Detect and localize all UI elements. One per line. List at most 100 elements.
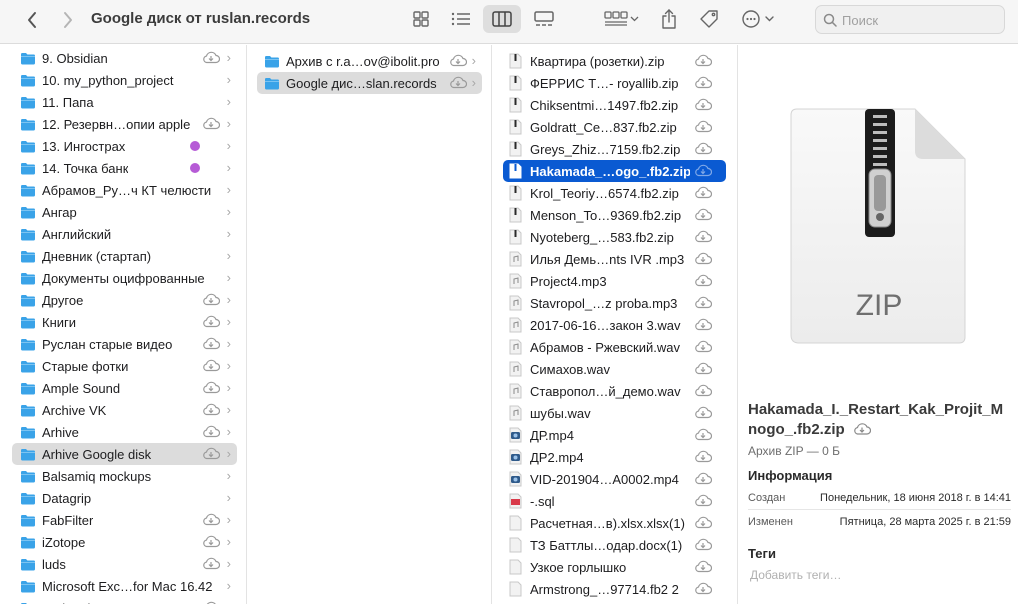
folder-item[interactable]: Arhive Google disk › — [12, 443, 237, 465]
file-item[interactable]: Расчетная…в).xlsx.xlsx(1) — [503, 512, 726, 534]
file-item[interactable]: шубы.wav — [503, 402, 726, 424]
cloud-download-icon[interactable] — [202, 534, 221, 548]
folder-item[interactable]: 14. Точка банк › — [12, 157, 237, 179]
cloud-download-icon[interactable] — [694, 141, 713, 155]
cloud-download-icon[interactable] — [694, 581, 713, 595]
file-item[interactable]: Greys_Zhiz…7159.fb2.zip — [503, 138, 726, 160]
cloud-download-icon[interactable] — [694, 75, 713, 89]
cloud-download-icon[interactable] — [694, 339, 713, 353]
cloud-download-icon[interactable] — [694, 185, 713, 199]
file-item[interactable]: Project4.mp3 — [503, 270, 726, 292]
cloud-download-icon[interactable] — [202, 556, 221, 570]
file-item[interactable]: Goldratt_Ce…837.fb2.zip — [503, 116, 726, 138]
file-item[interactable]: Chiksentmi…1497.fb2.zip — [503, 94, 726, 116]
share-button[interactable] — [656, 5, 682, 33]
cloud-download-icon[interactable] — [694, 229, 713, 243]
folder-item[interactable]: Ample Sound › — [12, 377, 237, 399]
cloud-download-icon[interactable] — [694, 317, 713, 331]
file-item[interactable]: Симахов.wav — [503, 358, 726, 380]
cloud-download-icon[interactable] — [694, 559, 713, 573]
file-item[interactable]: Ставропол…й_демо.wav — [503, 380, 726, 402]
group-button[interactable] — [601, 6, 643, 32]
file-item[interactable]: ДР2.mp4 — [503, 446, 726, 468]
cloud-download-icon[interactable] — [694, 449, 713, 463]
cloud-download-icon[interactable] — [202, 424, 221, 438]
list-view-button[interactable] — [446, 6, 476, 32]
cloud-download-icon[interactable] — [694, 295, 713, 309]
folder-item[interactable]: Archive VK › — [12, 399, 237, 421]
cloud-download-icon[interactable] — [694, 53, 713, 67]
folder-item[interactable]: Balsamiq mockups › — [12, 465, 237, 487]
folder-item[interactable]: 9. Obsidian › — [12, 47, 237, 69]
cloud-download-icon[interactable] — [694, 471, 713, 485]
folder-item[interactable]: FabFilter › — [12, 509, 237, 531]
cloud-download-icon[interactable] — [202, 116, 221, 130]
folder-item[interactable]: Microsoft Exc…for Mac 16.42 › — [12, 575, 237, 597]
folder-item[interactable]: Google дис…slan.records › — [257, 72, 482, 94]
cloud-download-icon[interactable] — [694, 383, 713, 397]
cloud-download-icon[interactable] — [694, 97, 713, 111]
tags-input[interactable]: Добавить теги… — [750, 568, 841, 582]
cloud-download-icon[interactable] — [202, 358, 221, 372]
cloud-download-icon[interactable] — [694, 515, 713, 529]
column-view-button[interactable] — [483, 5, 521, 33]
more-actions-button[interactable] — [738, 5, 778, 33]
cloud-download-icon[interactable] — [694, 251, 713, 265]
tag-button[interactable] — [695, 5, 723, 33]
folder-item[interactable]: Старые фотки › — [12, 355, 237, 377]
cloud-download-icon[interactable] — [694, 163, 713, 177]
file-item[interactable]: VID-201904…A0002.mp4 — [503, 468, 726, 490]
back-button[interactable] — [20, 8, 44, 32]
folder-item[interactable]: Дневник (стартап) › — [12, 245, 237, 267]
cloud-download-icon[interactable] — [853, 422, 871, 435]
folder-item[interactable]: iZotope › — [12, 531, 237, 553]
cloud-download-icon[interactable] — [202, 402, 221, 416]
cloud-download-icon[interactable] — [449, 75, 468, 89]
cloud-download-icon[interactable] — [694, 493, 713, 507]
folder-item[interactable]: luds › — [12, 553, 237, 575]
file-item[interactable]: Krol_Teoriy…6574.fb2.zip — [503, 182, 726, 204]
cloud-download-icon[interactable] — [202, 50, 221, 64]
file-item[interactable]: Квартира (розетки).zip — [503, 50, 726, 72]
cloud-download-icon[interactable] — [694, 405, 713, 419]
file-item[interactable]: Hakamada_…ogo_.fb2.zip — [503, 160, 726, 182]
folder-item[interactable]: Руслан старые видео › — [12, 333, 237, 355]
cloud-download-icon[interactable] — [202, 446, 221, 460]
icon-view-button[interactable] — [406, 6, 436, 32]
cloud-download-icon[interactable] — [202, 512, 221, 526]
file-item[interactable]: Узкое горлышко — [503, 556, 726, 578]
file-item[interactable]: ТЗ Баттлы…одар.docx(1) — [503, 534, 726, 556]
file-item[interactable]: Илья Демь…nts IVR .mp3 — [503, 248, 726, 270]
file-item[interactable]: -.sql — [503, 490, 726, 512]
folder-item[interactable]: Архив с r.a…ov@ibolit.pro › — [257, 50, 482, 72]
folder-item[interactable]: Ангар › — [12, 201, 237, 223]
cloud-download-icon[interactable] — [449, 53, 468, 67]
cloud-download-icon[interactable] — [202, 380, 221, 394]
cloud-download-icon[interactable] — [202, 600, 220, 604]
file-item[interactable]: Nyoteberg_…583.fb2.zip — [503, 226, 726, 248]
folder-item[interactable]: Datagrip › — [12, 487, 237, 509]
file-item[interactable]: 2017-06-16…закон 3.wav — [503, 314, 726, 336]
file-item[interactable]: Stavropol_…z proba.mp3 — [503, 292, 726, 314]
folder-item[interactable]: 12. Резервн…опии apple › — [12, 113, 237, 135]
folder-item[interactable]: Arhive › — [12, 421, 237, 443]
file-item[interactable]: Абрамов - Ржевский.wav — [503, 336, 726, 358]
search-input[interactable]: Поиск — [815, 5, 1005, 34]
folder-item[interactable]: Английский › — [12, 223, 237, 245]
cloud-download-icon[interactable] — [202, 336, 221, 350]
cloud-download-icon[interactable] — [694, 427, 713, 441]
cloud-download-icon[interactable] — [694, 537, 713, 551]
forward-button[interactable] — [56, 8, 80, 32]
cloud-download-icon[interactable] — [202, 314, 221, 328]
folder-item[interactable]: Книги › — [12, 311, 237, 333]
file-item[interactable]: Menson_To…9369.fb2.zip — [503, 204, 726, 226]
cloud-download-icon[interactable] — [694, 361, 713, 375]
folder-item[interactable]: Абрамов_Ру…ч КТ челюсти › — [12, 179, 237, 201]
folder-item[interactable]: Документы оцифрованные › — [12, 267, 237, 289]
cloud-download-icon[interactable] — [694, 119, 713, 133]
cloud-download-icon[interactable] — [694, 273, 713, 287]
gallery-view-button[interactable] — [529, 6, 559, 32]
file-item[interactable]: ДР.mp4 — [503, 424, 726, 446]
file-item[interactable]: ФЕРРИС Т…- royallib.zip — [503, 72, 726, 94]
cloud-download-icon[interactable] — [202, 292, 221, 306]
